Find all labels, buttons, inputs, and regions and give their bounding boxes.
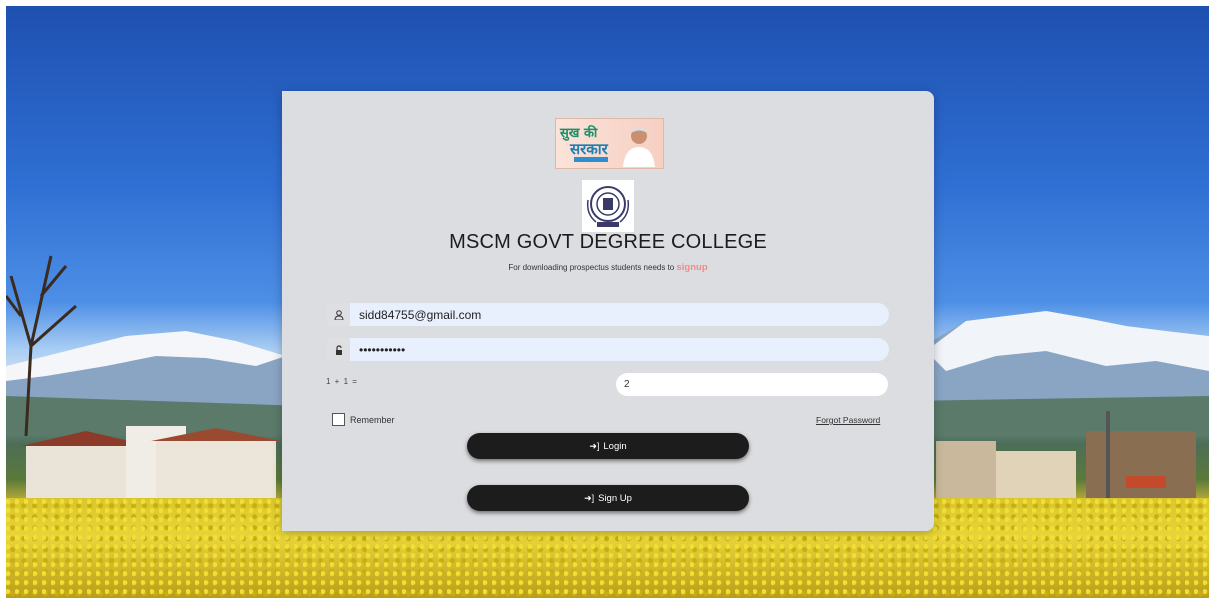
login-button[interactable]: ➜] Login	[467, 433, 749, 459]
remember-checkbox[interactable]	[332, 413, 345, 426]
signup-link[interactable]: signup	[676, 262, 707, 273]
sign-in-icon: ➜]	[584, 492, 595, 503]
email-field[interactable]	[327, 303, 889, 326]
government-banner-image: सुख की सरकार	[555, 118, 664, 169]
login-card: सुख की सरकार MSCM GOVT DEGREE COLLEGE Fo…	[282, 91, 934, 531]
college-emblem-logo	[582, 180, 634, 232]
signup-note-text: For downloading prospectus students need…	[508, 263, 675, 272]
banner-line2: सरकार	[570, 140, 608, 158]
college-title: MSCM GOVT DEGREE COLLEGE	[449, 231, 767, 253]
email-input[interactable]	[357, 306, 861, 323]
user-icon	[327, 303, 350, 326]
bare-tree-image	[6, 255, 77, 436]
password-field[interactable]	[327, 338, 889, 361]
lock-icon	[327, 338, 350, 361]
signup-note: For downloading prospectus students need…	[282, 262, 934, 273]
password-input[interactable]	[357, 341, 861, 358]
person-portrait-image	[623, 127, 655, 167]
remember-label: Remember	[350, 414, 395, 425]
captcha-question: 1 + 1 =	[326, 377, 358, 386]
sign-in-icon: ➜]	[589, 440, 600, 451]
signup-button[interactable]: ➜] Sign Up	[467, 485, 749, 511]
forgot-password-link[interactable]: Forgot Password	[816, 415, 880, 425]
signup-button-label: Sign Up	[598, 492, 632, 504]
captcha-answer-input[interactable]	[616, 373, 888, 396]
login-button-label: Login	[603, 440, 627, 452]
remember-checkbox-row[interactable]: Remember	[332, 413, 395, 426]
banner-strip	[574, 157, 608, 162]
